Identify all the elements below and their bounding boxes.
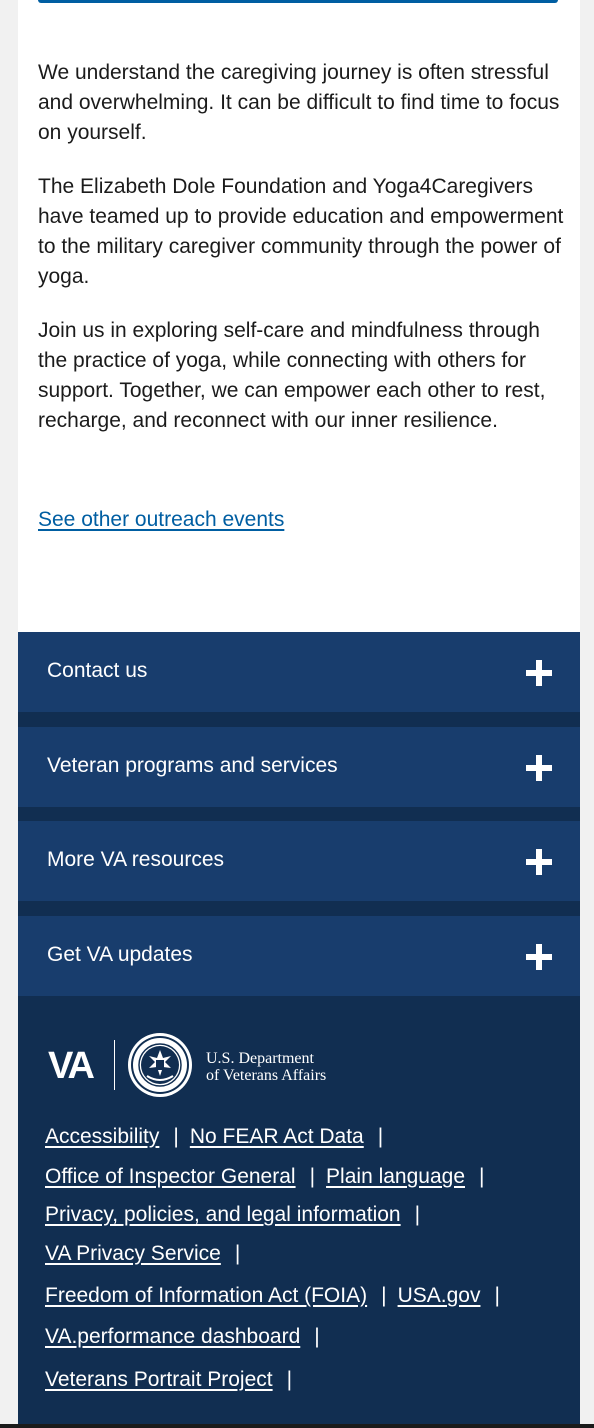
top-button-edge[interactable]: [38, 0, 558, 3]
privacy-policies-link[interactable]: Privacy, policies, and legal information: [45, 1203, 401, 1226]
intro-paragraph: We understand the caregiving journey is …: [38, 61, 560, 144]
link-separator: |: [479, 1165, 485, 1188]
plus-icon: [526, 660, 552, 686]
department-name-line-1: U.S. Department: [206, 1050, 314, 1067]
accordion-label: Get VA updates: [47, 943, 193, 966]
va-privacy-service-link[interactable]: VA Privacy Service: [45, 1242, 221, 1265]
footer-link-row: Office of Inspector General | Plain langua…: [45, 1162, 495, 1192]
va-wordmark: VA: [48, 1045, 95, 1087]
office-of-inspector-general-link[interactable]: Office of Inspector General: [45, 1165, 296, 1188]
plus-icon: [526, 755, 552, 781]
accessibility-link[interactable]: Accessibility: [45, 1125, 159, 1148]
footer-link-row: Privacy, policies, and legal information…: [45, 1200, 431, 1230]
link-separator: |: [173, 1125, 179, 1148]
logo-divider: [114, 1040, 115, 1090]
join-paragraph: Join us in exploring self-care and mindf…: [38, 319, 546, 432]
va-seal-icon: [128, 1033, 192, 1097]
link-separator: |: [494, 1284, 500, 1307]
footer-link-row: VA.performance dashboard |: [45, 1322, 331, 1352]
department-name-line-2: of Veterans Affairs: [206, 1067, 327, 1084]
accordion-get-va-updates[interactable]: Get VA updates: [18, 916, 580, 996]
bottom-edge: [0, 1424, 594, 1428]
no-fear-act-data-link[interactable]: No FEAR Act Data: [190, 1125, 364, 1148]
va-logo[interactable]: VA U.S. Department of Veterans Affairs: [48, 1032, 448, 1102]
footer-link-row: Freedom of Information Act (FOIA) | USA.go…: [45, 1281, 511, 1311]
footer-link-row: Veterans Portrait Project |: [45, 1365, 303, 1395]
link-separator: |: [286, 1368, 293, 1391]
link-separator: |: [234, 1242, 241, 1265]
footer-link-row: Accessibility | No FEAR Act Data |: [45, 1122, 394, 1152]
accordion-veteran-programs[interactable]: Veteran programs and services: [18, 727, 580, 807]
foia-link[interactable]: Freedom of Information Act (FOIA): [45, 1284, 367, 1307]
link-separator: |: [309, 1165, 316, 1188]
department-name: U.S. Department of Veterans Affairs: [206, 1050, 326, 1084]
plain-language-link[interactable]: Plain language: [326, 1165, 465, 1188]
partnership-paragraph: The Elizabeth Dole Foundation and Yoga4C…: [38, 175, 564, 288]
va-performance-dashboard-link[interactable]: VA.performance dashboard: [45, 1325, 300, 1348]
footer-link-row: VA Privacy Service |: [45, 1239, 251, 1269]
link-separator: |: [414, 1203, 421, 1226]
accordion-more-va-resources[interactable]: More VA resources: [18, 821, 580, 901]
accordion-label: More VA resources: [47, 848, 225, 871]
link-separator: |: [377, 1125, 384, 1148]
link-separator: |: [314, 1325, 320, 1348]
page: We understand the caregiving journey is …: [0, 0, 594, 1428]
veterans-portrait-project-link[interactable]: Veterans Portrait Project: [45, 1368, 273, 1391]
plus-icon: [526, 944, 552, 970]
footer: Contact us Veteran programs and services…: [18, 632, 580, 1428]
accordion-contact-us[interactable]: Contact us: [18, 632, 580, 712]
main-content: We understand the caregiving journey is …: [18, 0, 580, 632]
link-separator: |: [381, 1284, 387, 1307]
see-other-outreach-events-link[interactable]: See other outreach events: [38, 505, 284, 535]
usa-gov-link[interactable]: USA.gov: [398, 1284, 481, 1307]
accordion-label: Veteran programs and services: [47, 754, 338, 777]
accordion-label: Contact us: [47, 659, 148, 682]
plus-icon: [526, 849, 552, 875]
